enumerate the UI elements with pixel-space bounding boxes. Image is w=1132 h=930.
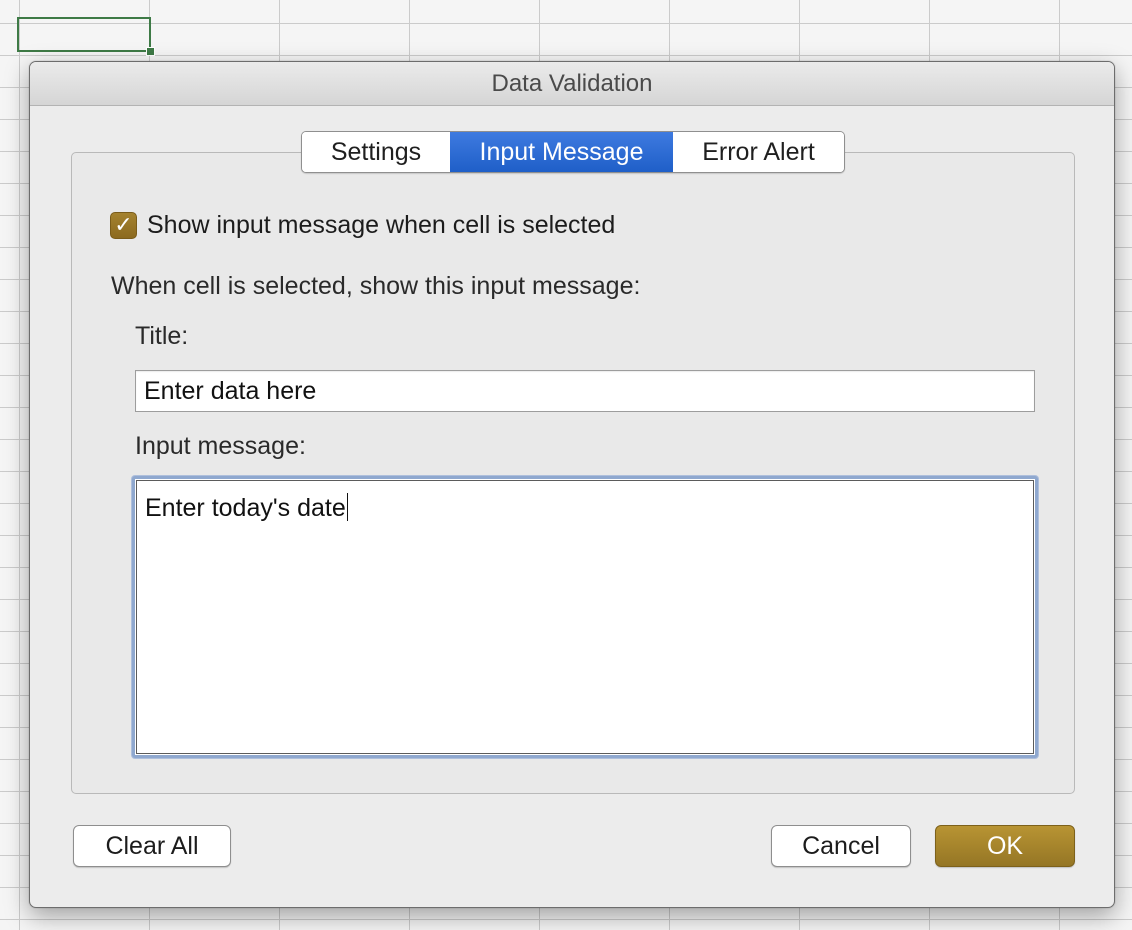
show-input-message-label: Show input message when cell is selected bbox=[147, 210, 616, 239]
tab-settings[interactable]: Settings bbox=[302, 132, 450, 172]
tab-bar: Settings Input Message Error Alert bbox=[301, 131, 845, 173]
tab-input-message[interactable]: Input Message bbox=[450, 132, 673, 172]
instruction-text: When cell is selected, show this input m… bbox=[111, 272, 641, 300]
dialog-title: Data Validation bbox=[491, 69, 653, 97]
title-input[interactable]: Enter data here bbox=[135, 370, 1035, 412]
fill-handle[interactable] bbox=[146, 47, 155, 56]
clear-all-button[interactable]: Clear All bbox=[73, 825, 231, 867]
text-caret bbox=[346, 493, 348, 521]
active-cell[interactable] bbox=[17, 17, 155, 56]
input-message-textarea[interactable]: Enter today's date bbox=[132, 476, 1038, 758]
dialog-titlebar[interactable]: Data Validation bbox=[30, 62, 1114, 106]
ok-button[interactable]: OK bbox=[935, 825, 1075, 867]
show-input-message-checkbox[interactable]: ✓ bbox=[110, 211, 137, 239]
title-label: Title: bbox=[135, 322, 189, 350]
data-validation-dialog: Data Validation Settings Input Message E… bbox=[29, 61, 1115, 908]
input-message-value: Enter today's date bbox=[145, 494, 346, 522]
tab-error-alert[interactable]: Error Alert bbox=[673, 132, 844, 172]
show-input-message-option[interactable]: ✓ Show input message when cell is select… bbox=[110, 210, 615, 240]
cancel-button[interactable]: Cancel bbox=[771, 825, 911, 867]
input-message-label: Input message: bbox=[135, 432, 306, 460]
checkmark-icon: ✓ bbox=[114, 212, 133, 237]
title-input-value: Enter data here bbox=[144, 376, 317, 405]
